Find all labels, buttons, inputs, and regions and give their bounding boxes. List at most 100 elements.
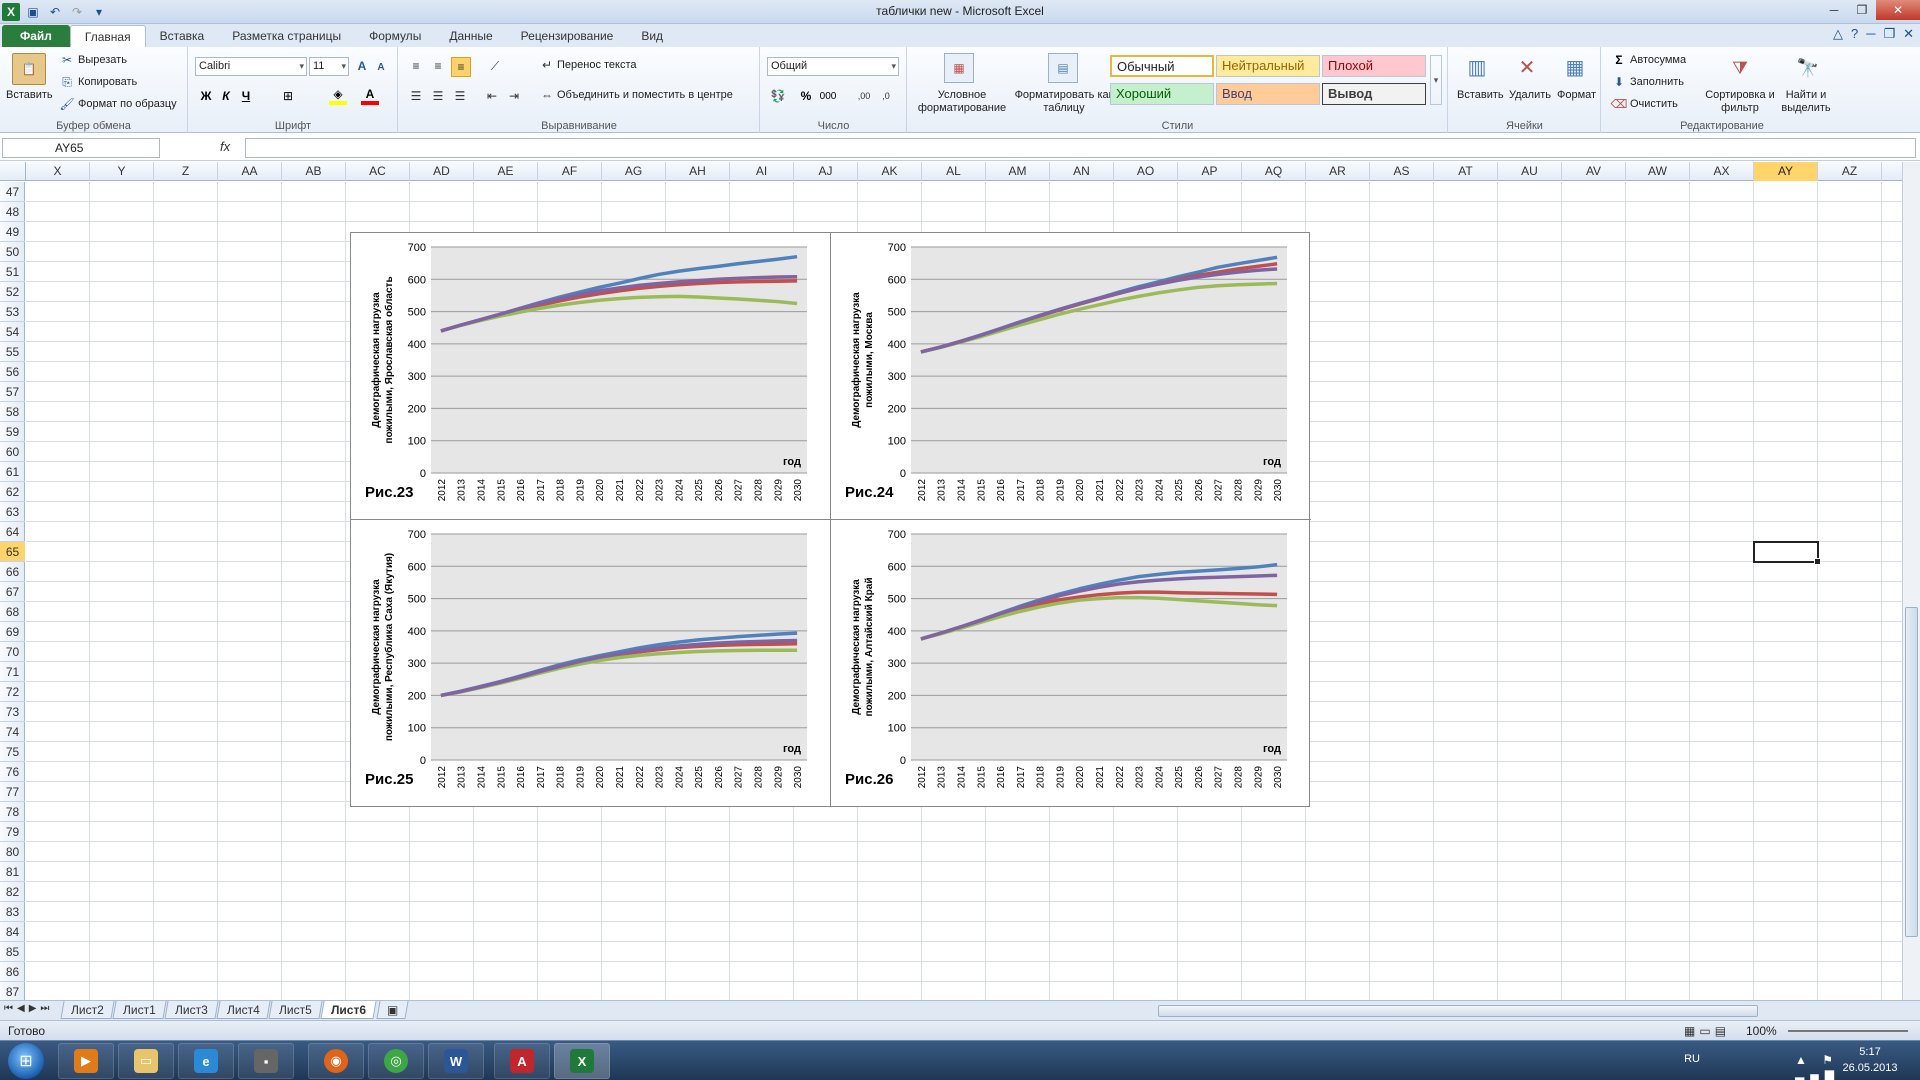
align-center-icon[interactable]: ☰ (429, 87, 447, 105)
row-header[interactable]: 67 (0, 582, 25, 602)
column-header[interactable]: AD (410, 162, 474, 181)
row-header[interactable]: 83 (0, 902, 25, 922)
taskbar-word[interactable]: W (428, 1043, 484, 1079)
start-button[interactable]: ⊞ (8, 1043, 44, 1079)
column-header[interactable]: AP (1178, 162, 1242, 181)
horizontal-scroll-thumb[interactable] (1158, 1005, 1758, 1017)
row-header[interactable]: 53 (0, 302, 25, 322)
fill-color-icon[interactable]: ◈ (329, 87, 347, 105)
help-icon[interactable]: ? (1851, 26, 1858, 42)
row-header[interactable]: 52 (0, 282, 25, 302)
number-format-select[interactable]: Общий (767, 57, 899, 76)
row-header[interactable]: 64 (0, 522, 25, 542)
format-cells-button[interactable]: Формат (1557, 89, 1596, 101)
row-header[interactable]: 62 (0, 482, 25, 502)
delete-cells-icon[interactable]: ✕ (1513, 53, 1541, 81)
column-header[interactable]: AL (922, 162, 986, 181)
font-size-select[interactable]: 11 (309, 57, 349, 76)
format-cells-icon[interactable]: ▦ (1561, 53, 1589, 81)
align-left-icon[interactable]: ☰ (407, 87, 425, 105)
cut-button[interactable]: Вырезать (78, 54, 127, 66)
zoom-level[interactable]: 100% (1746, 1024, 1777, 1038)
tab-formulas[interactable]: Формулы (355, 25, 435, 47)
sort-filter-button[interactable]: Сортировка и фильтр (1702, 89, 1778, 115)
row-header[interactable]: 84 (0, 922, 25, 942)
paste-button[interactable]: Вставить (6, 89, 53, 101)
column-header[interactable]: AY (1754, 162, 1818, 181)
style-input[interactable]: Ввод (1216, 83, 1320, 105)
style-neutral[interactable]: Нейтральный (1216, 55, 1320, 77)
style-bad[interactable]: Плохой (1322, 55, 1426, 77)
clear-icon[interactable]: ⌫ (1611, 97, 1628, 111)
format-painter-icon[interactable]: 🖌 (59, 97, 74, 111)
chart[interactable]: 0 100 200 300 400 500 600 700 2012 2013 2014 2015 20… (351, 520, 831, 807)
column-header[interactable]: AO (1114, 162, 1178, 181)
sheet-tab[interactable]: Лист3 (164, 1001, 219, 1019)
align-right-icon[interactable]: ☰ (451, 87, 469, 105)
tab-view[interactable]: Вид (627, 25, 677, 47)
column-header[interactable]: AQ (1242, 162, 1306, 181)
sheet-tab[interactable]: Лист4 (216, 1001, 271, 1019)
styles-more-icon[interactable]: ▾ (1430, 55, 1442, 105)
tab-data[interactable]: Данные (435, 25, 506, 47)
row-header[interactable]: 51 (0, 262, 25, 282)
taskbar-app4[interactable]: ▪ (238, 1043, 294, 1079)
workbook-minimize-icon[interactable]: ─ (1866, 26, 1875, 42)
row-header[interactable]: 65 (0, 542, 25, 562)
view-buttons[interactable]: ▦ ▭ ▤ (1684, 1024, 1726, 1038)
workbook-close-icon[interactable]: ✕ (1903, 26, 1914, 42)
row-header[interactable]: 77 (0, 782, 25, 802)
taskbar-excel[interactable]: X (554, 1043, 610, 1079)
row-header[interactable]: 47 (0, 182, 25, 202)
grow-font-icon[interactable]: A (353, 57, 371, 75)
sheet-tab[interactable]: Лист1 (112, 1001, 167, 1019)
vertical-scrollbar[interactable] (1902, 162, 1920, 1000)
row-header[interactable]: 76 (0, 762, 25, 782)
align-middle-icon[interactable]: ≡ (429, 57, 447, 75)
chart[interactable]: 0 100 200 300 400 500 600 700 2012 2013 2014 2015 20… (831, 520, 1311, 807)
italic-button[interactable]: К (217, 87, 235, 105)
row-header[interactable]: 48 (0, 202, 25, 222)
taskbar-acrobat[interactable]: A (494, 1043, 550, 1079)
minimize-icon[interactable]: ─ (1820, 0, 1848, 20)
active-cell[interactable] (1753, 541, 1821, 565)
row-header[interactable]: 50 (0, 242, 25, 262)
copy-button[interactable]: Копировать (78, 76, 137, 88)
workbook-restore-icon[interactable]: ❐ (1883, 26, 1895, 42)
row-header[interactable]: 78 (0, 802, 25, 822)
row-header[interactable]: 69 (0, 622, 25, 642)
column-header[interactable]: Y (90, 162, 154, 181)
wrap-text-button[interactable]: Перенос текста (557, 59, 637, 71)
merge-center-icon[interactable]: ⇔ (539, 87, 555, 103)
column-header[interactable]: AE (474, 162, 538, 181)
vertical-scroll-thumb[interactable] (1905, 607, 1918, 937)
row-header[interactable]: 54 (0, 322, 25, 342)
taskbar-explorer[interactable]: ▭ (118, 1043, 174, 1079)
tab-review[interactable]: Рецензирование (507, 25, 628, 47)
copy-icon[interactable]: ⎘ (60, 75, 74, 89)
tab-page-layout[interactable]: Разметка страницы (218, 25, 355, 47)
column-header[interactable]: AZ (1818, 162, 1882, 181)
sort-filter-icon[interactable]: ⧩ (1726, 53, 1754, 83)
row-header[interactable]: 68 (0, 602, 25, 622)
row-header[interactable]: 66 (0, 562, 25, 582)
align-top-icon[interactable]: ≡ (407, 57, 425, 75)
row-header[interactable]: 63 (0, 502, 25, 522)
language-indicator[interactable]: RU (1684, 1053, 1700, 1065)
column-header[interactable]: AA (218, 162, 282, 181)
page-layout-view-icon[interactable]: ▭ (1699, 1024, 1710, 1038)
tab-file[interactable]: Файл (2, 25, 70, 47)
column-header[interactable]: AJ (794, 162, 858, 181)
insert-cells-button[interactable]: Вставить (1457, 89, 1504, 101)
restore-icon[interactable]: ❐ (1848, 0, 1876, 20)
clear-button[interactable]: Очистить (1630, 98, 1678, 110)
row-header[interactable]: 86 (0, 962, 25, 982)
row-header[interactable]: 75 (0, 742, 25, 762)
column-header[interactable]: AW (1626, 162, 1690, 181)
font-name-select[interactable]: Calibri (195, 57, 307, 76)
insert-function-button[interactable]: fx (220, 139, 230, 154)
column-header[interactable]: AX (1690, 162, 1754, 181)
row-header[interactable]: 71 (0, 662, 25, 682)
delete-cells-button[interactable]: Удалить (1509, 89, 1551, 101)
chart[interactable]: 0 100 200 300 400 500 600 700 2012 2013 2014 2015 20… (831, 233, 1311, 520)
